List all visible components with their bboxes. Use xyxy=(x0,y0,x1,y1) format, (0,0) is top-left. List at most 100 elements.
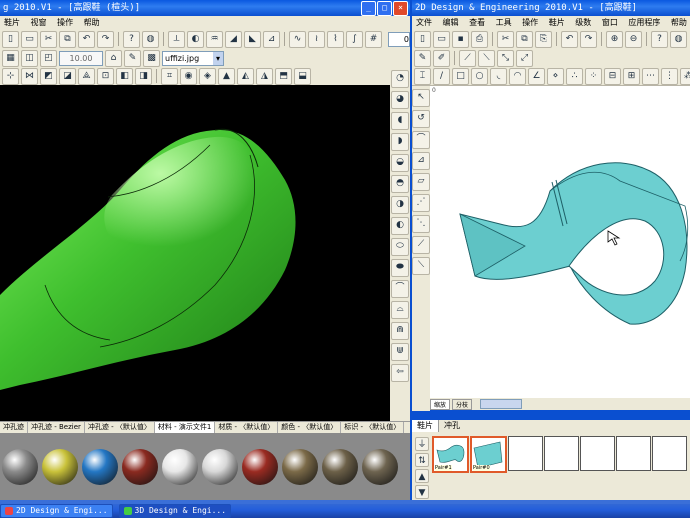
grid-icon[interactable]: # xyxy=(365,30,382,48)
tool-icon[interactable]: ▲ xyxy=(218,67,235,85)
menu-item[interactable]: 文件 xyxy=(412,18,436,27)
arrow-up-icon[interactable]: ▲ xyxy=(415,469,429,483)
menu-item[interactable]: 帮助 xyxy=(80,18,104,27)
menu-item[interactable]: 工具 xyxy=(492,18,516,27)
chevron-down-icon[interactable]: ▾ xyxy=(213,51,223,65)
tool-icon[interactable]: ◪ xyxy=(59,67,76,85)
lock-icon[interactable]: ⌂ xyxy=(105,49,122,67)
arrow-down-icon[interactable]: ▼ xyxy=(415,485,429,499)
print-icon[interactable]: ⎙ xyxy=(471,30,488,48)
ruler-icon[interactable]: ⌶ xyxy=(414,67,431,85)
tool-icon[interactable]: ▱ xyxy=(412,173,430,191)
tool-icon[interactable]: ▦ xyxy=(2,49,19,67)
menu-item[interactable]: 操作 xyxy=(518,18,542,27)
tool-icon[interactable]: ⌗ xyxy=(161,67,178,85)
new-icon[interactable]: ▯ xyxy=(2,30,19,48)
sole-icon[interactable]: ⬬ xyxy=(391,259,409,277)
shoe-icon[interactable]: ◕ xyxy=(391,91,409,109)
shoe-icon[interactable]: ◑ xyxy=(391,196,409,214)
open-icon[interactable]: ▭ xyxy=(433,30,450,48)
tool-icon[interactable]: ⟁ xyxy=(78,67,95,85)
globe-icon[interactable]: ◍ xyxy=(142,30,159,48)
undo-icon[interactable]: ↶ xyxy=(78,30,95,48)
tab-zoom[interactable]: 缩放 xyxy=(430,398,451,410)
tool-icon[interactable]: ◭ xyxy=(237,67,254,85)
copy-icon[interactable]: ⧉ xyxy=(516,30,533,48)
redo-icon[interactable]: ↷ xyxy=(97,30,114,48)
menu-item[interactable]: 应用程序 xyxy=(624,18,664,27)
material-swatch[interactable] xyxy=(362,449,398,485)
paste-icon[interactable]: ⎘ xyxy=(535,30,552,48)
material-swatch[interactable] xyxy=(242,449,278,485)
cut-icon[interactable]: ✂ xyxy=(40,30,57,48)
point-icon[interactable]: ⁘ xyxy=(585,67,602,85)
draw-icon[interactable]: ⤡ xyxy=(497,49,514,67)
piece-slot-empty[interactable] xyxy=(544,436,579,471)
2d-canvas[interactable]: 0 xyxy=(430,86,690,398)
curve-icon[interactable]: ≀ xyxy=(308,30,325,48)
heel-icon[interactable]: ⋒ xyxy=(391,322,409,340)
tool-icon[interactable]: ⊟ xyxy=(604,67,621,85)
menu-item[interactable]: 查看 xyxy=(465,18,489,27)
new-icon[interactable]: ▯ xyxy=(414,30,431,48)
material-swatch[interactable] xyxy=(42,449,78,485)
filter-icon[interactable]: ⏚ xyxy=(415,437,429,451)
copy-icon[interactable]: ⧉ xyxy=(59,30,76,48)
globe-icon[interactable]: ◍ xyxy=(670,30,687,48)
tab-active[interactable]: 材料 - 演示文件1 xyxy=(154,422,216,433)
tool-icon[interactable]: ⋱ xyxy=(412,215,430,233)
draw-icon[interactable]: ⟍ xyxy=(478,49,495,67)
tool-icon[interactable]: ◮ xyxy=(256,67,273,85)
minimize-icon[interactable]: _ xyxy=(361,1,376,16)
tab[interactable]: 标识 - 〈默认值〉 xyxy=(341,422,405,433)
point-icon[interactable]: ∴ xyxy=(566,67,583,85)
shoe-icon[interactable]: ◔ xyxy=(391,70,409,88)
tool-icon[interactable]: ◩ xyxy=(40,67,57,85)
tool-icon[interactable]: ⟂ xyxy=(168,30,185,48)
status-field[interactable]: 0 xyxy=(388,31,410,47)
paint-icon[interactable]: ✎ xyxy=(124,49,141,67)
zoom-out-icon[interactable]: ⊖ xyxy=(625,30,642,48)
tool-icon[interactable]: ◐ xyxy=(187,30,204,48)
arc-icon[interactable]: ◟ xyxy=(490,67,507,85)
open-icon[interactable]: ▭ xyxy=(21,30,38,48)
tab-branch[interactable]: 分枝 xyxy=(452,398,473,410)
cut-icon[interactable]: ✂ xyxy=(497,30,514,48)
tool-icon[interactable]: ⬓ xyxy=(294,67,311,85)
tool-icon[interactable]: ◧ xyxy=(116,67,133,85)
tab[interactable]: 冲孔迹 xyxy=(0,422,28,433)
piece-slot-empty[interactable] xyxy=(508,436,543,471)
help-icon[interactable]: ? xyxy=(651,30,668,48)
lasso-icon[interactable]: ↺ xyxy=(412,110,430,128)
lasso-icon[interactable]: ⌒ xyxy=(412,131,430,149)
tool-icon[interactable]: ◢ xyxy=(225,30,242,48)
circle-icon[interactable]: ○ xyxy=(471,67,488,85)
texture-select[interactable]: uffizi.jpg ▾ xyxy=(162,50,224,66)
tool-icon[interactable]: ◣ xyxy=(244,30,261,48)
material-swatch[interactable] xyxy=(82,449,118,485)
heel-icon[interactable]: ⋓ xyxy=(391,343,409,361)
tool-icon[interactable]: ◨ xyxy=(135,67,152,85)
taskbar-button-3d[interactable]: 3D Design & Engi... xyxy=(118,504,232,518)
material-swatch[interactable] xyxy=(322,449,358,485)
shoe-icon[interactable]: ◓ xyxy=(391,175,409,193)
heel-icon[interactable]: ⌒ xyxy=(391,280,409,298)
menu-item[interactable]: 级数 xyxy=(571,18,595,27)
heel-icon[interactable]: ⌓ xyxy=(391,301,409,319)
point-icon[interactable]: ⋄ xyxy=(547,67,564,85)
menu-item[interactable]: 帮助 xyxy=(667,18,690,27)
arc-icon[interactable]: ◠ xyxy=(509,67,526,85)
tool-icon[interactable]: ⋈ xyxy=(21,67,38,85)
tool-icon[interactable]: ◈ xyxy=(199,67,216,85)
material-swatch[interactable] xyxy=(2,449,38,485)
shoe-icon[interactable]: ◒ xyxy=(391,154,409,172)
tool-icon[interactable]: ⊡ xyxy=(97,67,114,85)
tab[interactable]: 冲孔迹 - 〈默认值〉 xyxy=(85,422,155,433)
tab[interactable]: 颜色 - 〈默认值〉 xyxy=(278,422,342,433)
horizontal-scrollbar[interactable] xyxy=(480,399,523,409)
tool-icon[interactable]: ⊿ xyxy=(263,30,280,48)
tool-icon[interactable]: ◫ xyxy=(21,49,38,67)
tool-icon[interactable]: ⋯ xyxy=(642,67,659,85)
arrow-left-icon[interactable]: ⇦ xyxy=(391,364,409,382)
zoom-in-icon[interactable]: ⊕ xyxy=(606,30,623,48)
